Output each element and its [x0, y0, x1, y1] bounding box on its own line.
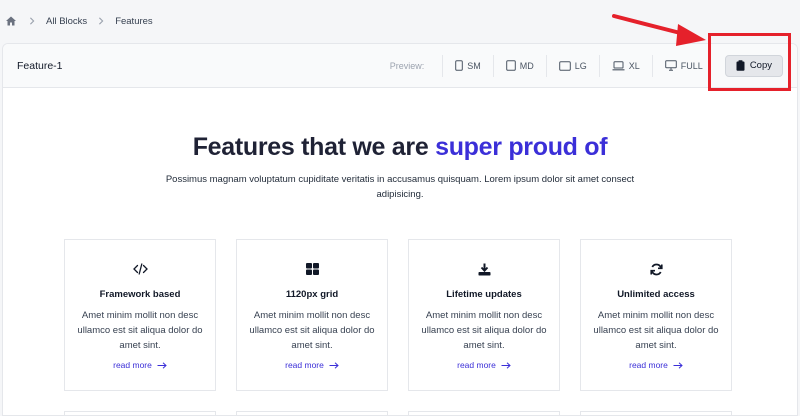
headline-accent: super proud of — [435, 133, 608, 161]
breakpoint-lg-label: LG — [574, 60, 587, 71]
download-icon — [409, 262, 559, 276]
breakpoint-sm-label: SM — [467, 60, 481, 71]
read-more-link[interactable]: read more — [285, 360, 339, 370]
desktop-icon — [664, 60, 677, 71]
arrow-right-icon — [329, 361, 339, 369]
feature-card: Framework based Amet minim mollit non de… — [64, 239, 216, 391]
feature-card: 1120px grid Amet minim mollit non desc u… — [236, 239, 388, 391]
feature-card-partial — [408, 411, 560, 415]
features-section: Features that we are super proud of Poss… — [3, 88, 797, 202]
feature-title: Framework based — [99, 289, 181, 300]
mobile-icon — [455, 60, 464, 71]
feature-card-partial — [236, 411, 388, 415]
block-title: Feature-1 — [17, 59, 63, 72]
annotation-highlight-box — [708, 33, 791, 91]
feature-card: Lifetime updates Amet minim mollit non d… — [408, 239, 560, 391]
preview-label: Preview: — [389, 60, 425, 71]
feature-description: Amet minim mollit non desc ullamco est s… — [593, 310, 719, 351]
arrow-right-icon — [501, 361, 511, 369]
chevron-right-icon — [97, 17, 105, 25]
read-more-label: read more — [285, 360, 324, 370]
breadcrumb-item-features: Features — [115, 15, 153, 27]
chevron-right-icon — [28, 17, 36, 25]
grid-icon — [237, 262, 387, 276]
refresh-icon — [581, 262, 731, 276]
features-grid: Framework based Amet minim mollit non de… — [64, 239, 732, 391]
breakpoint-sm-button[interactable]: SM — [442, 54, 493, 77]
breakpoint-xl-button[interactable]: XL — [598, 54, 652, 77]
feature-description: Amet minim mollit non desc ullamco est s… — [249, 310, 375, 351]
feature-description: Amet minim mollit non desc ullamco est s… — [421, 310, 547, 351]
feature-card: Unlimited access Amet minim mollit non d… — [580, 239, 732, 391]
read-more-link[interactable]: read more — [113, 360, 167, 370]
features-subtitle: Possimus magnam voluptatum cupiditate ve… — [165, 174, 635, 200]
features-headline: Features that we are super proud of — [3, 133, 797, 162]
feature-title: Lifetime updates — [446, 289, 522, 300]
feature-description: Amet minim mollit non desc ullamco est s… — [77, 310, 203, 351]
feature-title: 1120px grid — [285, 289, 339, 300]
breadcrumb: All Blocks Features — [0, 8, 153, 34]
read-more-label: read more — [113, 360, 152, 370]
read-more-label: read more — [629, 360, 668, 370]
annotation-arrow-icon — [612, 14, 706, 46]
arrow-right-icon — [673, 361, 683, 369]
breakpoint-full-label: FULL — [680, 60, 703, 71]
breakpoint-md-button[interactable]: MD — [492, 54, 546, 77]
block-preview-frame: Feature-1 Preview: SM MD LG XL FULL Copy… — [2, 43, 798, 416]
home-icon[interactable] — [4, 14, 18, 28]
arrow-right-icon — [157, 361, 167, 369]
breakpoint-full-button[interactable]: FULL — [651, 54, 715, 77]
breakpoint-xl-label: XL — [628, 60, 640, 71]
breakpoint-md-label: MD — [519, 60, 534, 71]
breakpoint-lg-button[interactable]: LG — [545, 54, 599, 77]
tablet-landscape-icon — [558, 60, 571, 71]
read-more-link[interactable]: read more — [629, 360, 683, 370]
feature-title: Unlimited access — [617, 289, 695, 300]
headline-text: Features that we are — [192, 133, 436, 161]
laptop-icon — [612, 60, 625, 70]
read-more-link[interactable]: read more — [457, 360, 511, 370]
code-icon — [65, 262, 215, 276]
tablet-icon — [505, 60, 516, 71]
feature-card-partial — [580, 411, 732, 415]
feature-card-partial — [64, 411, 216, 415]
read-more-label: read more — [457, 360, 496, 370]
features-grid-row-2 — [64, 411, 732, 415]
breadcrumb-item-all-blocks[interactable]: All Blocks — [46, 16, 87, 27]
